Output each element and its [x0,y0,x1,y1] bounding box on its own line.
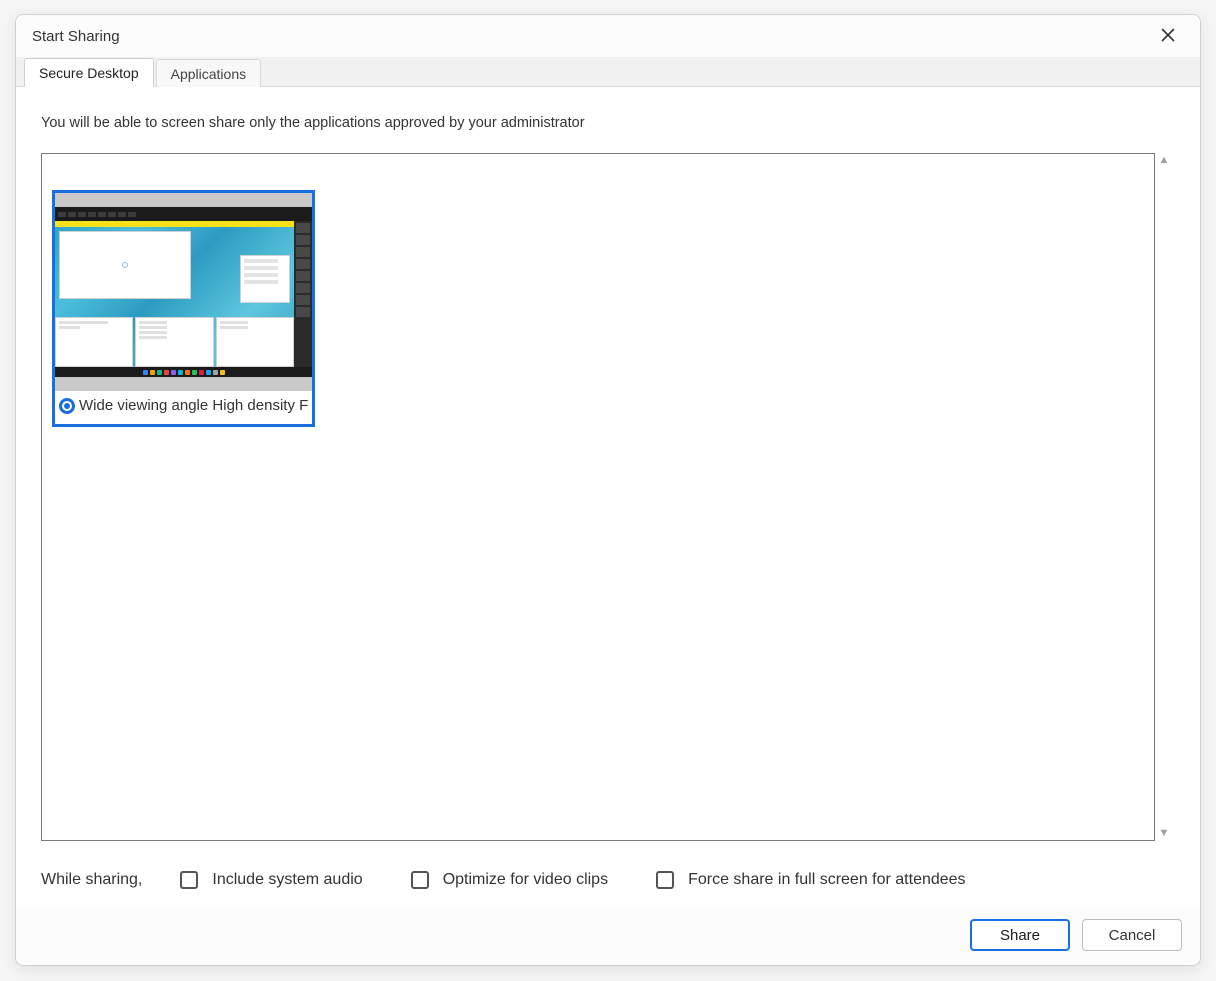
dialog-title: Start Sharing [32,28,120,45]
force-fullscreen-label: Force share in full screen for attendees [688,871,965,889]
force-fullscreen-checkbox[interactable]: Force share in full screen for attendees [656,871,965,889]
tab-applications[interactable]: Applications [156,59,262,87]
radio-selected-icon [59,398,75,414]
tabs-row: Secure Desktop Applications [16,57,1200,87]
optimize-video-checkbox[interactable]: Optimize for video clips [411,871,608,889]
include-audio-label: Include system audio [212,871,362,889]
screen-thumbnail [55,207,312,377]
screen-label: Wide viewing angle High density F [79,397,308,414]
optimize-video-label: Optimize for video clips [443,871,608,889]
info-text: You will be able to screen share only th… [41,115,1175,131]
share-button[interactable]: Share [970,919,1070,951]
dialog-header: Start Sharing [16,15,1200,57]
checkbox-icon [180,871,198,889]
checkbox-icon [656,871,674,889]
checkbox-icon [411,871,429,889]
include-audio-checkbox[interactable]: Include system audio [180,871,362,889]
scroll-up-icon[interactable]: ▲ [1159,155,1170,166]
screen-card-selected[interactable]: Wide viewing angle High density F [52,190,315,427]
while-sharing-label: While sharing, [41,871,142,889]
screens-container: Wide viewing angle High density F [41,153,1155,841]
sharing-options: While sharing, Include system audio Opti… [41,841,1175,899]
start-sharing-dialog: Start Sharing Secure Desktop Application… [15,14,1201,966]
dialog-footer: Share Cancel [16,909,1200,965]
close-icon [1161,28,1175,45]
tab-content: You will be able to screen share only th… [16,87,1200,909]
screen-label-row: Wide viewing angle High density F [55,391,312,424]
screen-thumbnail-wrap [55,193,312,391]
scroll-down-icon[interactable]: ▼ [1159,828,1170,839]
scrollbar[interactable]: ▲ ▼ [1155,153,1173,841]
tab-secure-desktop[interactable]: Secure Desktop [24,58,154,87]
close-button[interactable] [1156,24,1180,48]
cancel-button[interactable]: Cancel [1082,919,1182,951]
